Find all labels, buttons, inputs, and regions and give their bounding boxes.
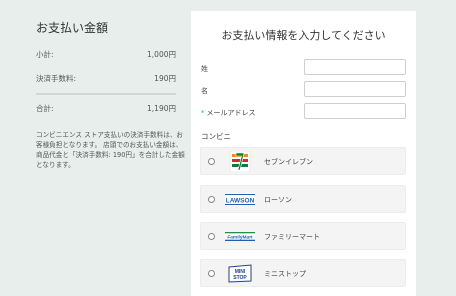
lawson-label: ローソン xyxy=(264,196,292,204)
svg-text:LAWSON: LAWSON xyxy=(226,198,255,205)
ministop-logo: MINI STOP xyxy=(225,263,255,284)
lawson-logo: LAWSON xyxy=(225,189,255,210)
familymart-label: ファミリーマート xyxy=(264,233,320,241)
seven-eleven-logo xyxy=(225,150,255,173)
convenience-store-label: コンビニ xyxy=(201,132,231,141)
svg-text:STOP: STOP xyxy=(233,275,247,281)
svg-text:FamilyMart: FamilyMart xyxy=(227,235,253,241)
form-title: お支払い情報を入力してください xyxy=(221,29,386,42)
subtotal-label: 小計: xyxy=(36,50,54,59)
radio-lawson[interactable] xyxy=(208,196,215,203)
store-option-lawson[interactable]: LAWSON ローソン xyxy=(200,185,406,213)
fee-label: 決済手数料: xyxy=(36,74,77,83)
subtotal-value: 1,000円 xyxy=(147,50,176,59)
email-input[interactable] xyxy=(304,103,406,119)
first-name-input[interactable] xyxy=(304,81,406,97)
seven-eleven-label: セブンイレブン xyxy=(264,158,313,166)
fee-value: 190円 xyxy=(154,74,176,83)
radio-seven-eleven[interactable] xyxy=(208,158,215,165)
summary-title: お支払い金額 xyxy=(36,21,109,35)
ministop-label: ミニストップ xyxy=(264,270,306,278)
required-mark: * xyxy=(201,109,205,117)
summary-divider xyxy=(36,93,176,95)
first-name-label: 名 xyxy=(201,87,208,95)
total-label: 合計: xyxy=(36,104,54,113)
last-name-input[interactable] xyxy=(304,59,406,75)
fee-note: コンビニエンス ストア支払いの決済手数料は、お客様負担となります。 店頭でのお支… xyxy=(36,131,185,169)
store-option-ministop[interactable]: MINI STOP ミニストップ xyxy=(200,259,406,287)
payment-form-panel: お支払い情報を入力してください 姓 名 * メールアドレス コンビニ セブンイレブ… xyxy=(191,11,416,296)
email-label: * メールアドレス xyxy=(201,108,256,118)
email-label-text: メールアドレス xyxy=(206,109,256,117)
radio-ministop[interactable] xyxy=(208,270,215,277)
store-option-familymart[interactable]: FamilyMart ファミリーマート xyxy=(200,222,406,250)
total-value: 1,190円 xyxy=(147,104,176,113)
last-name-label: 姓 xyxy=(201,65,208,73)
familymart-logo: FamilyMart xyxy=(225,226,255,247)
radio-familymart[interactable] xyxy=(208,233,215,240)
store-option-seven-eleven[interactable]: セブンイレブン xyxy=(200,147,406,175)
